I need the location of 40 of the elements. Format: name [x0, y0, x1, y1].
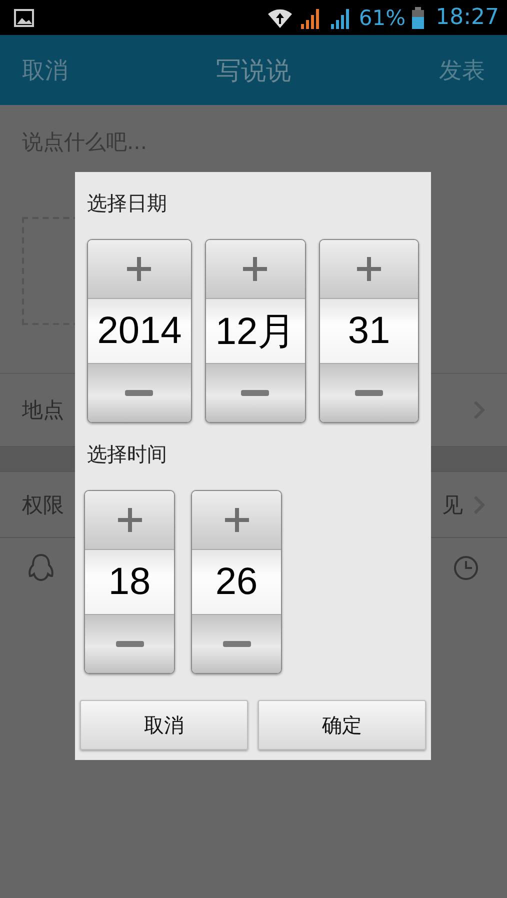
increment-button[interactable] [88, 240, 191, 298]
decrement-button[interactable] [192, 615, 281, 673]
decrement-button[interactable] [88, 364, 191, 422]
minus-icon [241, 390, 270, 396]
spinner-value: 2014 [88, 298, 191, 364]
decrement-button[interactable] [206, 364, 305, 422]
row-label: 权限 [22, 492, 65, 518]
dialog-button[interactable]: 确定 [258, 700, 426, 750]
spinner-value: 12月 [206, 298, 305, 364]
minus-icon [125, 390, 154, 396]
spinner-value: 31 [320, 298, 418, 364]
plus-icon [125, 255, 154, 283]
minus-icon [354, 390, 383, 396]
plus-icon [116, 506, 144, 534]
spinner-value: 26 [192, 549, 281, 615]
battery-percent: 61% [358, 6, 406, 30]
plus-icon [241, 255, 270, 283]
image-icon [14, 8, 34, 26]
plus-icon [222, 506, 250, 534]
minus-icon [116, 641, 144, 647]
battery-icon [412, 6, 424, 28]
decrement-button[interactable] [320, 364, 418, 422]
spinner-value: 18 [85, 549, 174, 615]
dialog-button[interactable]: 取消 [80, 700, 248, 750]
decrement-button[interactable] [85, 615, 174, 673]
increment-button[interactable] [320, 240, 418, 298]
clock-icon[interactable] [453, 555, 479, 581]
increment-button[interactable] [85, 491, 174, 549]
wifi-icon [266, 6, 293, 28]
increment-button[interactable] [206, 240, 305, 298]
dialog-heading: 选择时间 [87, 441, 168, 468]
dialog-heading: 选择日期 [87, 190, 168, 217]
plus-icon [354, 255, 383, 283]
row-value: 见 [442, 492, 463, 518]
penguin-icon[interactable] [28, 553, 54, 583]
minus-icon [222, 641, 250, 647]
screen-title: 写说说 [216, 54, 291, 86]
clock-time: 18:27 [436, 5, 499, 30]
increment-button[interactable] [192, 491, 281, 549]
row-label: 地点 [22, 397, 65, 424]
